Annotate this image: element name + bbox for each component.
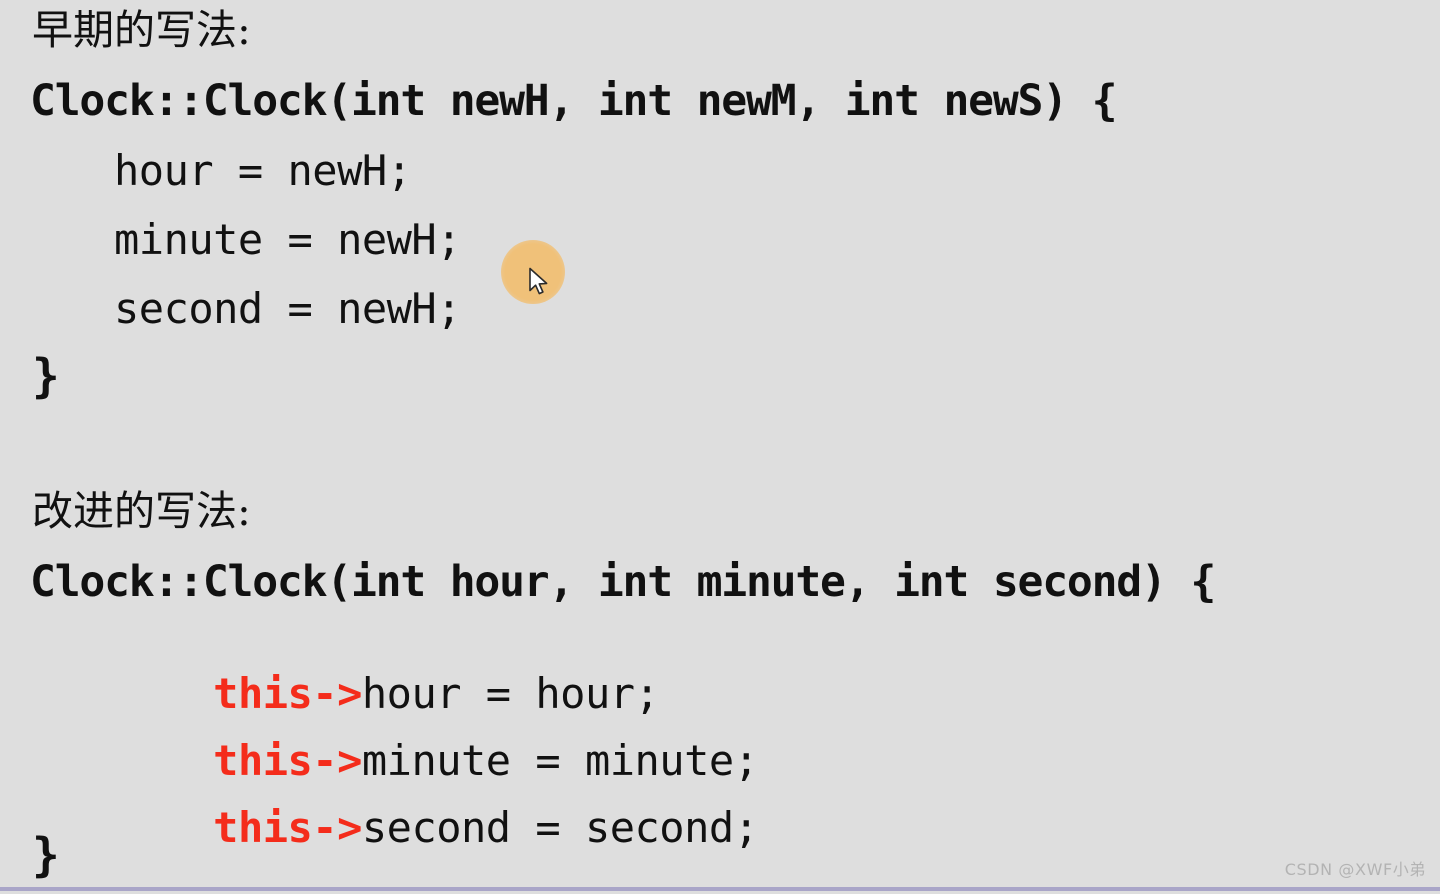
slide-canvas: 早期的写法: Clock::Clock(int newH, int newM, … xyxy=(0,0,1440,891)
this-pointer-keyword: this-> xyxy=(213,803,362,852)
code-signature-early: Clock::Clock(int newH, int newM, int new… xyxy=(30,76,1117,126)
csdn-watermark: CSDN @XWF小弟 xyxy=(1284,860,1426,879)
section-heading-improved: 改进的写法: xyxy=(32,487,251,535)
code-line-early-2: minute = newH; xyxy=(114,215,462,264)
code-line-early-1: hour = newH; xyxy=(114,146,412,195)
bottom-accent-rule xyxy=(0,887,1440,891)
code-closing-brace-improved: } xyxy=(32,828,60,882)
cursor-highlight-halo xyxy=(501,240,565,304)
code-line-improved-3-rest: second = second; xyxy=(361,803,759,852)
mouse-pointer-icon xyxy=(528,267,550,297)
code-line-improved-3: this->second = second; xyxy=(114,765,759,891)
section-heading-early: 早期的写法: xyxy=(32,6,251,54)
code-closing-brace-early: } xyxy=(32,349,60,403)
code-line-early-3: second = newH; xyxy=(114,284,462,333)
code-signature-improved: Clock::Clock(int hour, int minute, int s… xyxy=(30,557,1216,607)
